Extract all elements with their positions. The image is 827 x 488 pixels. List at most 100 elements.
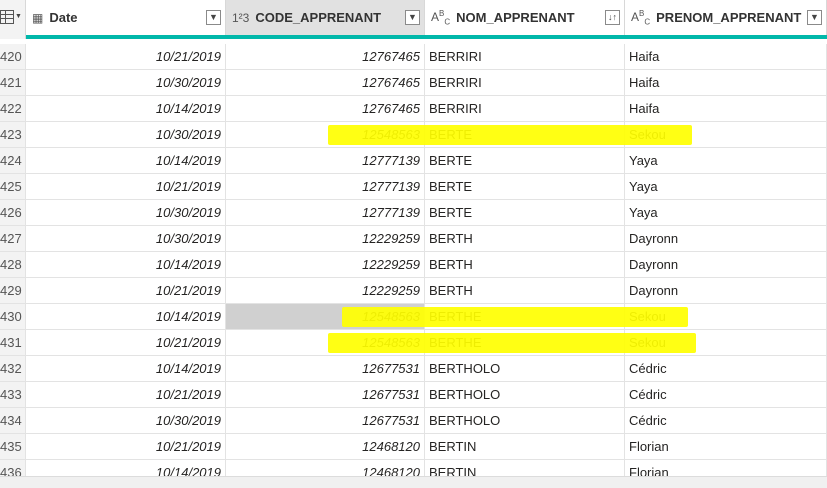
cell-nom-apprenant[interactable]: BERRIRI <box>425 70 625 96</box>
cell-prenom-apprenant[interactable]: Yaya <box>625 200 827 226</box>
cell-prenom-apprenant[interactable]: Florian <box>625 460 827 476</box>
cell-date[interactable]: 10/21/2019 <box>26 434 226 460</box>
cell-code-apprenant[interactable]: 12767465 <box>226 44 425 70</box>
cell-nom-apprenant[interactable]: BERTHOLO <box>425 382 625 408</box>
row-number[interactable]: 421 <box>0 70 26 96</box>
cell-code-apprenant[interactable]: 12468120 <box>226 434 425 460</box>
row-number[interactable]: 423 <box>0 122 26 148</box>
row-number[interactable]: 425 <box>0 174 26 200</box>
cell-nom-apprenant[interactable]: BERTIN <box>425 460 625 476</box>
table-row[interactable]: 424 10/14/2019 12777139 BERTE Yaya <box>0 148 827 174</box>
cell-code-apprenant[interactable]: 12777139 <box>226 174 425 200</box>
row-number[interactable]: 422 <box>0 96 26 122</box>
cell-date[interactable]: 10/14/2019 <box>26 148 226 174</box>
cell-prenom-apprenant[interactable]: Sekou <box>625 122 827 148</box>
column-header-code-apprenant[interactable]: 1²3 CODE_APPRENANT ▼ <box>226 0 425 35</box>
cell-date[interactable]: 10/30/2019 <box>26 200 226 226</box>
filter-dropdown-icon[interactable]: ▼ <box>206 10 221 25</box>
cell-nom-apprenant[interactable]: BERTHOLO <box>425 356 625 382</box>
cell-date[interactable]: 10/21/2019 <box>26 278 226 304</box>
cell-code-apprenant[interactable]: 12767465 <box>226 70 425 96</box>
column-header-prenom-apprenant[interactable]: ABC PRENOM_APPRENANT ▼ <box>625 0 827 35</box>
cell-date[interactable]: 10/21/2019 <box>26 174 226 200</box>
cell-code-apprenant[interactable]: 12677531 <box>226 356 425 382</box>
table-row[interactable]: 422 10/14/2019 12767465 BERRIRI Haifa <box>0 96 827 122</box>
cell-code-apprenant[interactable]: 12777139 <box>226 200 425 226</box>
cell-code-apprenant[interactable]: 12767465 <box>226 96 425 122</box>
table-row[interactable]: 425 10/21/2019 12777139 BERTE Yaya <box>0 174 827 200</box>
table-row[interactable]: 426 10/30/2019 12777139 BERTE Yaya <box>0 200 827 226</box>
cell-prenom-apprenant[interactable]: Sekou <box>625 304 827 330</box>
table-row[interactable]: 436 10/14/2019 12468120 BERTIN Florian <box>0 460 827 476</box>
cell-nom-apprenant[interactable]: BERTHE <box>425 330 625 356</box>
cell-nom-apprenant[interactable]: BERTHE <box>425 304 625 330</box>
table-row[interactable]: 421 10/30/2019 12767465 BERRIRI Haifa <box>0 70 827 96</box>
cell-prenom-apprenant[interactable]: Dayronn <box>625 278 827 304</box>
cell-prenom-apprenant[interactable]: Dayronn <box>625 226 827 252</box>
cell-nom-apprenant[interactable]: BERTH <box>425 278 625 304</box>
cell-date[interactable]: 10/14/2019 <box>26 252 226 278</box>
cell-prenom-apprenant[interactable]: Dayronn <box>625 252 827 278</box>
table-row[interactable]: 430 10/14/2019 12548563 BERTHE Sekou <box>0 304 827 330</box>
row-number[interactable]: 436 <box>0 460 26 476</box>
cell-prenom-apprenant[interactable]: Cédric <box>625 382 827 408</box>
cell-prenom-apprenant[interactable]: Cédric <box>625 408 827 434</box>
row-number[interactable]: 428 <box>0 252 26 278</box>
cell-nom-apprenant[interactable]: BERTE <box>425 122 625 148</box>
cell-date[interactable]: 10/21/2019 <box>26 44 226 70</box>
cell-nom-apprenant[interactable]: BERTE <box>425 148 625 174</box>
cell-nom-apprenant[interactable]: BERTH <box>425 252 625 278</box>
cell-nom-apprenant[interactable]: BERRIRI <box>425 44 625 70</box>
cell-date[interactable]: 10/14/2019 <box>26 304 226 330</box>
cell-date[interactable]: 10/30/2019 <box>26 226 226 252</box>
table-row[interactable]: 420 10/21/2019 12767465 BERRIRI Haifa <box>0 44 827 70</box>
cell-code-apprenant[interactable]: 12548563 <box>226 330 425 356</box>
cell-code-apprenant[interactable]: 12229259 <box>226 252 425 278</box>
row-number[interactable]: 433 <box>0 382 26 408</box>
table-row[interactable]: 423 10/30/2019 12548563 BERTE Sekou <box>0 122 827 148</box>
cell-code-apprenant[interactable]: 12677531 <box>226 382 425 408</box>
row-number[interactable]: 434 <box>0 408 26 434</box>
table-row[interactable]: 428 10/14/2019 12229259 BERTH Dayronn <box>0 252 827 278</box>
table-row[interactable]: 432 10/14/2019 12677531 BERTHOLO Cédric <box>0 356 827 382</box>
row-number[interactable]: 431 <box>0 330 26 356</box>
cell-nom-apprenant[interactable]: BERRIRI <box>425 96 625 122</box>
cell-prenom-apprenant[interactable]: Florian <box>625 434 827 460</box>
table-menu-button[interactable]: ▼ <box>0 0 26 39</box>
sort-ascending-icon[interactable]: ↓↑ <box>605 10 620 25</box>
cell-prenom-apprenant[interactable]: Yaya <box>625 148 827 174</box>
cell-nom-apprenant[interactable]: BERTHOLO <box>425 408 625 434</box>
cell-code-apprenant[interactable]: 12548563 <box>226 304 425 330</box>
cell-code-apprenant[interactable]: 12229259 <box>226 278 425 304</box>
cell-date[interactable]: 10/30/2019 <box>26 408 226 434</box>
cell-nom-apprenant[interactable]: BERTH <box>425 226 625 252</box>
row-number[interactable]: 420 <box>0 44 26 70</box>
cell-prenom-apprenant[interactable]: Yaya <box>625 174 827 200</box>
row-number[interactable]: 435 <box>0 434 26 460</box>
cell-nom-apprenant[interactable]: BERTIN <box>425 434 625 460</box>
table-row[interactable]: 433 10/21/2019 12677531 BERTHOLO Cédric <box>0 382 827 408</box>
cell-nom-apprenant[interactable]: BERTE <box>425 174 625 200</box>
cell-code-apprenant[interactable]: 12468120 <box>226 460 425 476</box>
cell-date[interactable]: 10/30/2019 <box>26 122 226 148</box>
filter-dropdown-icon[interactable]: ▼ <box>405 10 420 25</box>
table-row[interactable]: 429 10/21/2019 12229259 BERTH Dayronn <box>0 278 827 304</box>
row-number[interactable]: 430 <box>0 304 26 330</box>
row-number[interactable]: 429 <box>0 278 26 304</box>
filter-dropdown-icon[interactable]: ▼ <box>807 10 822 25</box>
cell-date[interactable]: 10/21/2019 <box>26 382 226 408</box>
horizontal-scrollbar[interactable] <box>0 476 827 488</box>
column-header-date[interactable]: ▦ Date ▼ <box>26 0 226 35</box>
cell-code-apprenant[interactable]: 12548563 <box>226 122 425 148</box>
cell-code-apprenant[interactable]: 12777139 <box>226 148 425 174</box>
cell-nom-apprenant[interactable]: BERTE <box>425 200 625 226</box>
row-number[interactable]: 427 <box>0 226 26 252</box>
table-row[interactable]: 427 10/30/2019 12229259 BERTH Dayronn <box>0 226 827 252</box>
cell-prenom-apprenant[interactable]: Sekou <box>625 330 827 356</box>
table-row[interactable]: 435 10/21/2019 12468120 BERTIN Florian <box>0 434 827 460</box>
cell-date[interactable]: 10/30/2019 <box>26 70 226 96</box>
row-number[interactable]: 432 <box>0 356 26 382</box>
cell-code-apprenant[interactable]: 12677531 <box>226 408 425 434</box>
table-row[interactable]: 434 10/30/2019 12677531 BERTHOLO Cédric <box>0 408 827 434</box>
column-header-nom-apprenant[interactable]: ABC NOM_APPRENANT ↓↑ <box>425 0 625 35</box>
